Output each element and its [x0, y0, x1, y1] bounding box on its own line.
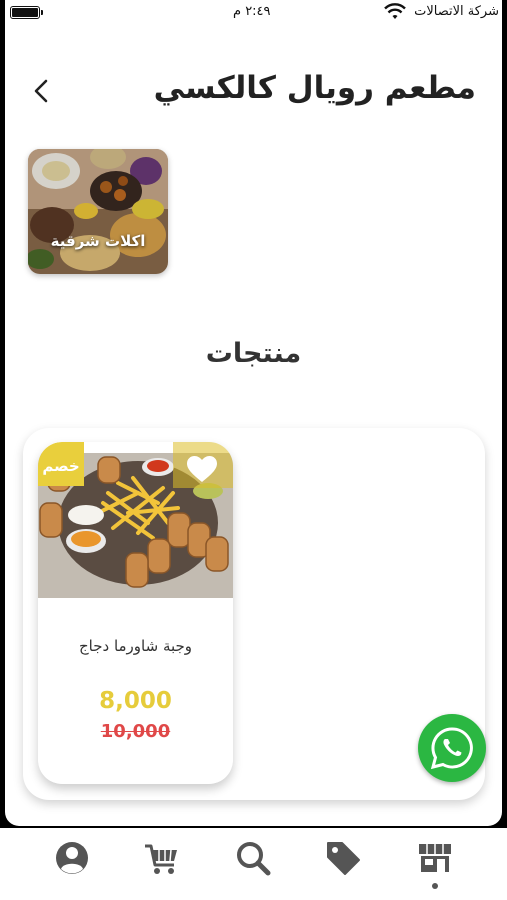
store-icon[interactable]: [415, 838, 455, 878]
category-label: اكلات شرقية: [50, 232, 146, 250]
product-old-price: 10,000: [100, 721, 171, 742]
profile-icon[interactable]: [52, 838, 92, 878]
bottom-nav: [0, 828, 507, 900]
section-title: منتجات: [205, 338, 302, 369]
tag-icon[interactable]: [323, 838, 363, 878]
category-card[interactable]: اكلات شرقية: [28, 149, 168, 274]
active-indicator: [432, 883, 438, 889]
page-title: مطعم رويال كالكسي: [153, 70, 476, 106]
whatsapp-button[interactable]: [418, 714, 486, 782]
wifi-icon: [384, 3, 406, 19]
app-screen: ٢:٤٩ م شركة الاتصالات مطعم رويال كالكسي: [5, 0, 502, 826]
product-card[interactable]: خصم وجبة شاورما دجاج 8,000 10,000: [38, 442, 233, 784]
products-panel: خصم وجبة شاورما دجاج 8,000 10,000: [23, 428, 485, 800]
search-icon[interactable]: [233, 838, 273, 878]
category-image: [28, 149, 168, 274]
status-bar: ٢:٤٩ م شركة الاتصالات: [5, 0, 502, 26]
heart-icon: [187, 456, 217, 482]
battery-icon: [10, 6, 43, 19]
chevron-left-icon[interactable]: [27, 76, 57, 106]
product-price: 8,000: [99, 688, 172, 714]
product-name: وجبة شاورما دجاج: [78, 637, 193, 655]
whatsapp-icon: [430, 727, 473, 770]
discount-badge: خصم: [38, 442, 84, 486]
favorite-button[interactable]: [173, 442, 233, 488]
carrier-name: شركة الاتصالات: [414, 4, 499, 19]
status-time: ٢:٤٩ م: [233, 4, 271, 19]
cart-icon[interactable]: [142, 838, 182, 878]
